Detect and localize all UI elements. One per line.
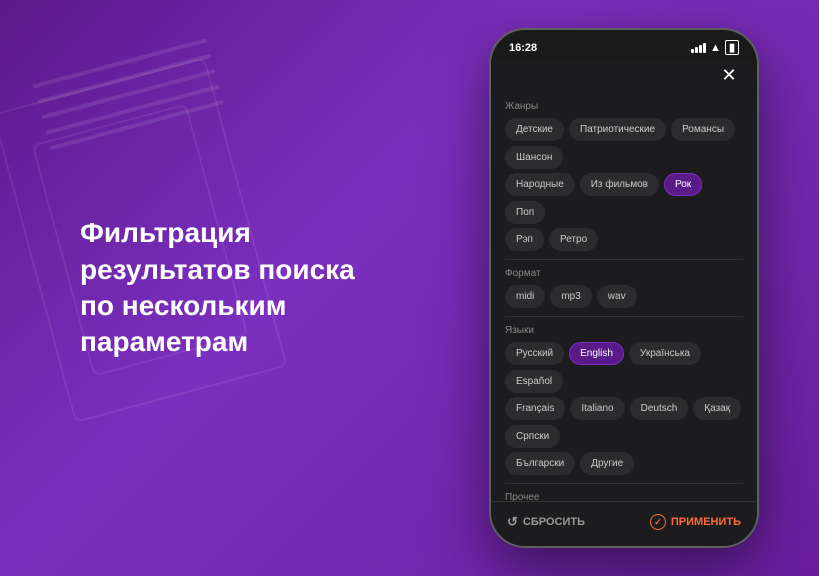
languages-row-2: Français Italiano Deutsch Қазақ Српски	[505, 397, 743, 448]
tag-српски[interactable]: Српски	[505, 425, 560, 448]
genres-section: Жанры Детские Патриотические Романсы Шан…	[505, 101, 743, 251]
screen-content: Жанры Детские Патриотические Романсы Шан…	[491, 95, 757, 501]
hero-line-3: по нескольким	[80, 288, 400, 324]
genres-row-1: Детские Патриотические Романсы Шансон	[505, 118, 743, 169]
phone-mockup: 16:28 ▲ ▮ ✕ Жанры	[489, 28, 759, 548]
phone-notch	[618, 38, 630, 50]
divider-1	[505, 259, 743, 260]
tag-поп[interactable]: Поп	[505, 201, 545, 224]
languages-label: Языки	[505, 325, 743, 336]
languages-row-3: Български Другие	[505, 452, 743, 475]
hero-line-2: результатов поиска	[80, 252, 400, 288]
divider-3	[505, 483, 743, 484]
reset-label: СБРОСИТЬ	[523, 516, 585, 528]
tag-українська[interactable]: Українська	[629, 342, 701, 365]
tag-midi[interactable]: midi	[505, 285, 545, 308]
screen-header: ✕	[491, 59, 757, 95]
tag-wav[interactable]: wav	[597, 285, 637, 308]
tag-шансон[interactable]: Шансон	[505, 146, 563, 169]
format-section: Формат midi mp3 wav	[505, 268, 743, 308]
wifi-icon: ▲	[710, 42, 721, 54]
tag-из-фильмов[interactable]: Из фильмов	[580, 173, 659, 196]
tag-қазақ[interactable]: Қазақ	[693, 397, 741, 420]
tag-романсы[interactable]: Романсы	[671, 118, 735, 141]
languages-section: Языки Русский English Українська Español…	[505, 325, 743, 475]
content-area: Фильтрация результатов поиска по несколь…	[0, 0, 819, 576]
tag-рок[interactable]: Рок	[664, 173, 702, 196]
other-section: Прочее Только дуэты	[505, 492, 743, 501]
languages-row-1: Русский English Українська Español	[505, 342, 743, 393]
tag-патриотические[interactable]: Патриотические	[569, 118, 666, 141]
apply-button[interactable]: ✓ ПРИМЕНИТЬ	[650, 514, 741, 530]
genres-row-2: Народные Из фильмов Рок Поп	[505, 173, 743, 224]
close-button[interactable]: ✕	[717, 63, 741, 87]
tag-русский[interactable]: Русский	[505, 342, 564, 365]
tag-рэп[interactable]: Рэп	[505, 228, 544, 251]
tag-español[interactable]: Español	[505, 370, 563, 393]
tag-ретро[interactable]: Ретро	[549, 228, 598, 251]
format-label: Формат	[505, 268, 743, 279]
reset-button[interactable]: ↺ СБРОСИТЬ	[507, 514, 585, 530]
phone-screen: ✕ Жанры Детские Патриотические Романсы Ш…	[491, 59, 757, 546]
hero-text: Фильтрация результатов поиска по несколь…	[80, 215, 400, 361]
genres-label: Жанры	[505, 101, 743, 112]
tag-english[interactable]: English	[569, 342, 624, 365]
hero-line-4: параметрам	[80, 324, 400, 360]
other-label: Прочее	[505, 492, 743, 501]
tag-mp3[interactable]: mp3	[550, 285, 591, 308]
signal-bars-icon	[691, 43, 706, 53]
tag-italiano[interactable]: Italiano	[570, 397, 624, 420]
status-icons: ▲ ▮	[691, 40, 739, 55]
format-row-1: midi mp3 wav	[505, 285, 743, 308]
tag-français[interactable]: Français	[505, 397, 565, 420]
phone-footer: ↺ СБРОСИТЬ ✓ ПРИМЕНИТЬ	[491, 501, 757, 546]
genres-row-3: Рэп Ретро	[505, 228, 743, 251]
status-time: 16:28	[509, 42, 537, 54]
hero-line-1: Фильтрация	[80, 215, 400, 251]
tag-народные[interactable]: Народные	[505, 173, 575, 196]
reset-icon: ↺	[507, 514, 518, 530]
tag-другие[interactable]: Другие	[580, 452, 634, 475]
tag-български[interactable]: Български	[505, 452, 575, 475]
battery-icon: ▮	[725, 40, 739, 55]
apply-label: ПРИМЕНИТЬ	[671, 516, 741, 528]
tag-детские[interactable]: Детские	[505, 118, 564, 141]
apply-icon: ✓	[650, 514, 666, 530]
tag-deutsch[interactable]: Deutsch	[630, 397, 689, 420]
divider-2	[505, 316, 743, 317]
